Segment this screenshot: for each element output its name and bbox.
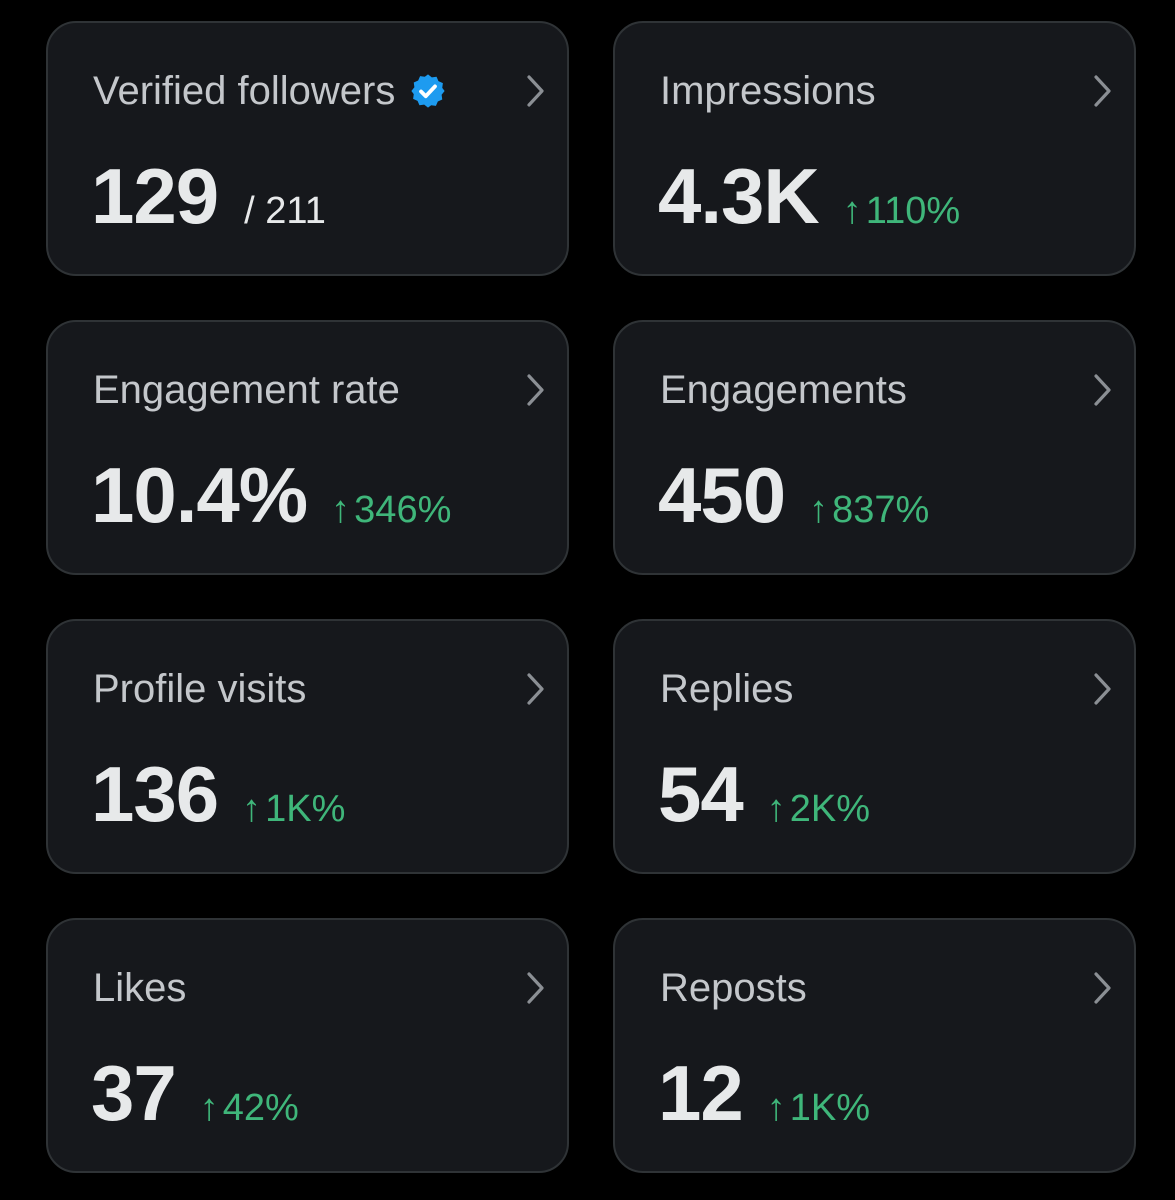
change-percent: 110% <box>865 190 961 232</box>
chevron-right-icon[interactable] <box>1092 73 1114 109</box>
chevron-right-icon[interactable] <box>525 671 547 707</box>
chevron-right-icon[interactable] <box>525 73 547 109</box>
metric-row: 54 ↑ 2K% <box>658 749 870 839</box>
metric-total: / 211 <box>244 190 326 232</box>
card-title-row: Likes <box>93 964 186 1012</box>
chevron-right-icon[interactable] <box>525 970 547 1006</box>
metric-row: 12 ↑ 1K% <box>658 1048 870 1138</box>
arrow-up-icon: ↑ <box>809 489 829 531</box>
card-title-row: Replies <box>660 665 793 713</box>
change-percent: 2K% <box>789 788 871 830</box>
card-title: Engagement rate <box>93 368 400 412</box>
metric-value: 10.4% <box>91 451 308 539</box>
card-title: Likes <box>93 966 187 1010</box>
card-engagement-rate[interactable]: Engagement rate 10.4% ↑ 346% <box>46 320 569 575</box>
metric-change: ↑ 42% <box>200 1087 299 1130</box>
change-percent: 1K% <box>789 1087 871 1129</box>
card-title-row: Reposts <box>660 964 807 1012</box>
metric-change: ↑ 1K% <box>767 1087 870 1130</box>
card-title: Reposts <box>660 966 807 1010</box>
arrow-up-icon: ↑ <box>242 788 262 830</box>
card-title: Impressions <box>660 69 876 113</box>
change-percent: 837% <box>832 489 930 531</box>
arrow-up-icon: ↑ <box>766 1087 786 1129</box>
change-percent: 346% <box>354 489 452 531</box>
metric-change: ↑ 346% <box>331 489 451 532</box>
metric-value: 12 <box>658 1049 744 1137</box>
arrow-up-icon: ↑ <box>199 1087 219 1129</box>
arrow-up-icon: ↑ <box>842 190 862 232</box>
card-title: Replies <box>660 667 794 711</box>
metric-row: 37 ↑ 42% <box>91 1048 299 1138</box>
analytics-grid: Verified followers 129 / 211 Impressions… <box>46 21 1136 1173</box>
chevron-right-icon[interactable] <box>1092 671 1114 707</box>
card-title: Engagements <box>660 368 907 412</box>
chevron-right-icon[interactable] <box>1092 372 1114 408</box>
metric-change: ↑ 110% <box>843 190 960 233</box>
metric-value: 450 <box>658 451 786 539</box>
metric-value: 54 <box>658 750 744 838</box>
card-likes[interactable]: Likes 37 ↑ 42% <box>46 918 569 1173</box>
card-reposts[interactable]: Reposts 12 ↑ 1K% <box>613 918 1136 1173</box>
card-profile-visits[interactable]: Profile visits 136 ↑ 1K% <box>46 619 569 874</box>
metric-value: 136 <box>91 750 219 838</box>
card-title: Verified followers <box>93 69 396 113</box>
metric-row: 450 ↑ 837% <box>658 450 929 540</box>
arrow-up-icon: ↑ <box>331 489 351 531</box>
card-title-row: Profile visits <box>93 665 306 713</box>
metric-row: 4.3K ↑ 110% <box>658 151 960 241</box>
metric-row: 136 ↑ 1K% <box>91 749 345 839</box>
arrow-up-icon: ↑ <box>766 788 786 830</box>
metric-change: ↑ 1K% <box>242 788 345 831</box>
metric-change: ↑ 837% <box>809 489 929 532</box>
card-title-row: Engagements <box>660 366 907 414</box>
card-title-row: Verified followers <box>93 67 447 115</box>
card-impressions[interactable]: Impressions 4.3K ↑ 110% <box>613 21 1136 276</box>
change-percent: 42% <box>222 1087 299 1129</box>
card-replies[interactable]: Replies 54 ↑ 2K% <box>613 619 1136 874</box>
card-title: Profile visits <box>93 667 307 711</box>
card-engagements[interactable]: Engagements 450 ↑ 837% <box>613 320 1136 575</box>
metric-row: 129 / 211 <box>91 151 326 241</box>
chevron-right-icon[interactable] <box>1092 970 1114 1006</box>
metric-row: 10.4% ↑ 346% <box>91 450 451 540</box>
card-title-row: Engagement rate <box>93 366 400 414</box>
verified-badge-icon <box>409 72 447 110</box>
metric-change: ↑ 2K% <box>767 788 870 831</box>
change-percent: 1K% <box>265 788 346 830</box>
metric-value: 37 <box>91 1049 177 1137</box>
card-title-row: Impressions <box>660 67 876 115</box>
card-verified-followers[interactable]: Verified followers 129 / 211 <box>46 21 569 276</box>
chevron-right-icon[interactable] <box>525 372 547 408</box>
metric-value: 129 <box>91 152 219 240</box>
metric-value: 4.3K <box>658 152 820 240</box>
